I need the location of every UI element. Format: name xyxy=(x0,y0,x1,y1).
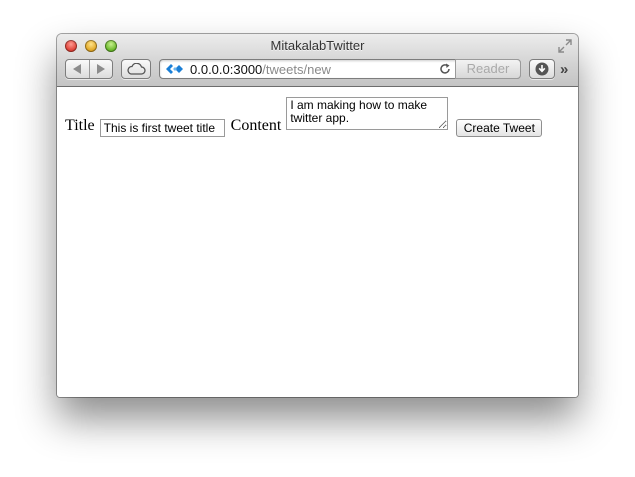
new-tweet-form: Title Content I am making how to make tw… xyxy=(65,97,543,137)
downloads-button[interactable] xyxy=(529,59,555,79)
back-button[interactable] xyxy=(66,60,89,78)
content-textarea[interactable]: I am making how to make twitter app. xyxy=(286,97,449,130)
url-path: /tweets/new xyxy=(262,61,331,77)
forward-button[interactable] xyxy=(88,60,113,78)
fullscreen-icon[interactable] xyxy=(558,39,572,53)
cloud-icon xyxy=(127,63,146,75)
forward-arrow-icon xyxy=(97,64,106,74)
navigation-buttons xyxy=(65,59,113,79)
page-content: Title Content I am making how to make tw… xyxy=(57,87,578,397)
site-favicon-icon xyxy=(166,64,183,74)
icloud-tabs-button[interactable] xyxy=(121,59,151,79)
address-bar[interactable]: 0.0.0.0:3000/tweets/new Reader xyxy=(159,59,521,79)
create-tweet-button[interactable]: Create Tweet xyxy=(456,119,543,137)
window-title: MitakalabTwitter xyxy=(270,38,365,53)
title-bar: MitakalabTwitter 0.0.0.0:3000/tweets/new… xyxy=(57,34,578,87)
reader-button[interactable]: Reader xyxy=(455,59,521,79)
more-toolbar-items-icon[interactable]: » xyxy=(560,61,569,78)
url-host: 0.0.0.0:3000 xyxy=(190,61,263,77)
download-icon xyxy=(535,62,549,76)
title-input[interactable] xyxy=(99,119,225,137)
back-arrow-icon xyxy=(72,64,81,74)
content-label: Content xyxy=(230,117,282,134)
browser-window: MitakalabTwitter 0.0.0.0:3000/tweets/new… xyxy=(57,34,578,397)
reload-icon[interactable] xyxy=(439,63,451,75)
title-label: Title xyxy=(65,117,95,134)
